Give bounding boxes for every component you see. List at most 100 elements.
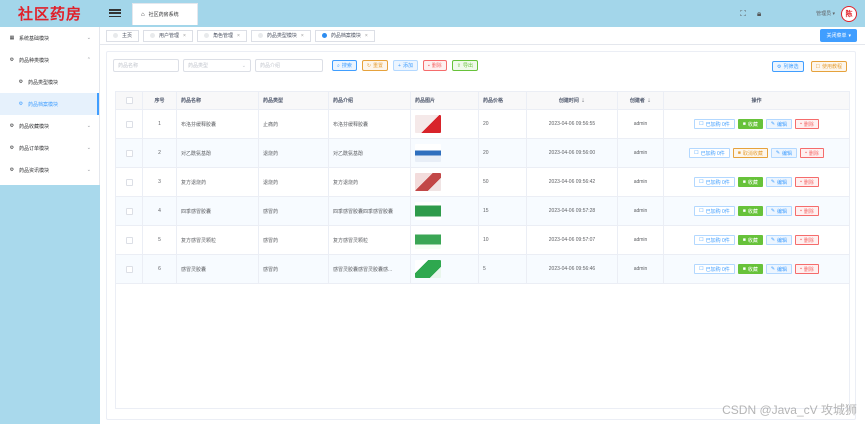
row-delete-button[interactable]: ▪ 删除: [795, 177, 819, 187]
sidebar-item-drug-news[interactable]: ⚙ 药品资讯模块 ⌄: [0, 159, 99, 181]
search-button[interactable]: ⌕ 搜索: [332, 60, 357, 71]
cell-index: 4: [143, 197, 177, 225]
header-time[interactable]: 创建时间 ⇣: [527, 92, 618, 109]
favorite-button[interactable]: ■ 收藏: [737, 177, 763, 187]
drug-thumbnail[interactable]: [415, 144, 441, 162]
sidebar-item-drug-archive[interactable]: ⚙ 药品档案模块: [0, 93, 99, 115]
cart-icon: ☐: [699, 179, 704, 185]
add-to-cart-button[interactable]: ☐ 已加购 0件: [689, 148, 730, 158]
search-icon: ⌕: [337, 62, 340, 69]
user-name[interactable]: 管理员 ▾: [816, 10, 835, 17]
sort-icon[interactable]: ⇣: [647, 98, 651, 104]
cell-type: 感冒药: [259, 197, 329, 225]
fullscreen-icon[interactable]: ⛶: [738, 9, 748, 19]
cell-intro: 复方退烧药: [329, 168, 411, 196]
export-button[interactable]: ⇪ 导出: [451, 60, 478, 71]
row-delete-button[interactable]: ▪ 删除: [795, 206, 819, 216]
header-price: 药品价格: [479, 92, 527, 109]
cell-creator: admin: [618, 110, 664, 138]
avatar[interactable]: 陈: [841, 5, 857, 22]
edit-button[interactable]: ✎ 编辑: [765, 206, 793, 216]
edit-button[interactable]: ✎ 编辑: [765, 235, 793, 245]
row-delete-button[interactable]: ▪ 删除: [795, 235, 819, 245]
tab-home[interactable]: 主页: [106, 29, 140, 42]
lock-icon[interactable]: 🔒︎: [754, 9, 764, 19]
right-buttons: ⚙ 列筛选 ☐ 使用教程: [772, 61, 847, 72]
drug-thumbnail[interactable]: [415, 231, 441, 249]
favorite-button[interactable]: ■ 收藏: [737, 264, 763, 274]
sidebar-item-label: 药品收藏模块: [19, 123, 50, 130]
add-button[interactable]: + 添加: [393, 60, 418, 71]
drug-intro-input[interactable]: 药品介绍: [255, 59, 323, 72]
star-icon: ■: [742, 266, 746, 272]
grid-icon: ▦: [9, 35, 15, 41]
favorite-button[interactable]: ■ 取消收藏: [732, 148, 768, 158]
drug-name-input[interactable]: 药品名称: [113, 59, 179, 72]
sidebar-item-drug-favorite[interactable]: ⚙ 药品收藏模块 ⌄: [0, 115, 99, 137]
app-logo: 社区药房: [0, 0, 100, 27]
tab-drug-archive[interactable]: 药品档案模块 ×: [314, 29, 375, 42]
cell-ops: ☐ 已加购 0件 ■ 收藏 ✎ 编辑 ▪ 删除: [664, 197, 849, 225]
add-to-cart-button[interactable]: ☐ 已加购 0件: [694, 235, 735, 245]
top-bar: 社区药房 ⌂ 社区药房系统 ⛶ 🔒︎ 管理员 ▾ 陈: [0, 0, 865, 27]
reset-button[interactable]: ↻ 重置: [361, 60, 389, 71]
edit-button[interactable]: ✎ 编辑: [765, 264, 793, 274]
favorite-button[interactable]: ■ 收藏: [737, 206, 763, 216]
add-to-cart-button[interactable]: ☐ 已加购 0件: [694, 206, 735, 216]
drug-thumbnail[interactable]: [415, 202, 441, 220]
close-icon[interactable]: ×: [301, 33, 304, 39]
favorite-button[interactable]: ■ 收藏: [737, 235, 763, 245]
cell-time: 2023-04-06 09:56:42: [527, 168, 618, 196]
drug-thumbnail[interactable]: [415, 173, 441, 191]
trash-icon: ▪: [800, 179, 802, 185]
edit-button[interactable]: ✎ 编辑: [765, 177, 793, 187]
row-delete-button[interactable]: ▪ 删除: [795, 119, 819, 129]
add-to-cart-button[interactable]: ☐ 已加购 0件: [694, 177, 735, 187]
close-icon[interactable]: ×: [237, 33, 240, 39]
sidebar-item-drug-type[interactable]: ⚙ 药品类型模块: [0, 71, 99, 93]
row-delete-button[interactable]: ▪ 删除: [795, 264, 819, 274]
sidebar-item-drug-category[interactable]: ⚙ 药品种类模块 ⌃: [0, 49, 99, 71]
add-to-cart-button[interactable]: ☐ 已加购 0件: [694, 264, 735, 274]
row-checkbox[interactable]: [125, 149, 133, 157]
edit-button[interactable]: ✎ 编辑: [765, 119, 793, 129]
tab-user-manage[interactable]: 用户管理 ×: [143, 29, 193, 42]
tab-label: 药品类型模块: [266, 33, 297, 39]
row-delete-button[interactable]: ▪ 删除: [800, 148, 824, 158]
row-checkbox[interactable]: [125, 207, 133, 215]
sidebar-item-system[interactable]: ▦ 系统基础模块 ⌄: [0, 27, 99, 49]
row-checkbox[interactable]: [125, 178, 133, 186]
tutorial-button[interactable]: ☐ 使用教程: [810, 61, 847, 72]
drug-thumbnail[interactable]: [415, 260, 441, 278]
edit-icon: ✎: [770, 121, 776, 127]
column-filter-button[interactable]: ⚙ 列筛选: [772, 61, 804, 72]
row-checkbox[interactable]: [125, 120, 133, 128]
sidebar-item-drug-order[interactable]: ⚙ 药品订单模块 ⌄: [0, 137, 99, 159]
tab-drug-type[interactable]: 药品类型模块 ×: [250, 29, 311, 42]
chevron-down-icon: ⌄: [86, 123, 91, 129]
system-tab[interactable]: ⌂ 社区药房系统: [132, 3, 198, 25]
delete-button[interactable]: ▪ 删除: [422, 60, 447, 71]
edit-icon: ✎: [770, 208, 776, 214]
select-all-checkbox[interactable]: [125, 97, 133, 104]
sort-icon[interactable]: ⇣: [581, 98, 585, 104]
hamburger-menu-icon[interactable]: [108, 6, 122, 20]
drug-type-select[interactable]: 药品类型 ⌄: [183, 59, 251, 72]
close-icon[interactable]: ×: [183, 33, 186, 39]
close-menu-button[interactable]: 关闭菜单 ▾: [820, 29, 857, 42]
add-to-cart-button[interactable]: ☐ 已加购 0件: [694, 119, 735, 129]
tab-role-manage[interactable]: 角色管理 ×: [196, 29, 247, 42]
favorite-button[interactable]: ■ 收藏: [737, 119, 763, 129]
cell-image: [411, 168, 479, 196]
header-creator[interactable]: 创建者 ⇣: [618, 92, 664, 109]
row-checkbox[interactable]: [125, 265, 133, 273]
cell-index: 3: [143, 168, 177, 196]
tab-dot-icon: [203, 33, 209, 38]
row-checkbox[interactable]: [125, 236, 133, 244]
drug-thumbnail[interactable]: [415, 115, 441, 133]
cell-index: 6: [143, 255, 177, 283]
close-icon[interactable]: ×: [365, 33, 368, 39]
edit-button[interactable]: ✎ 编辑: [770, 148, 798, 158]
star-icon: ■: [742, 237, 746, 243]
main-area: 主页 用户管理 × 角色管理 × 药品类型模块 × 药品档案模块 × 关闭菜单 ▾ 药品…: [100, 27, 865, 424]
